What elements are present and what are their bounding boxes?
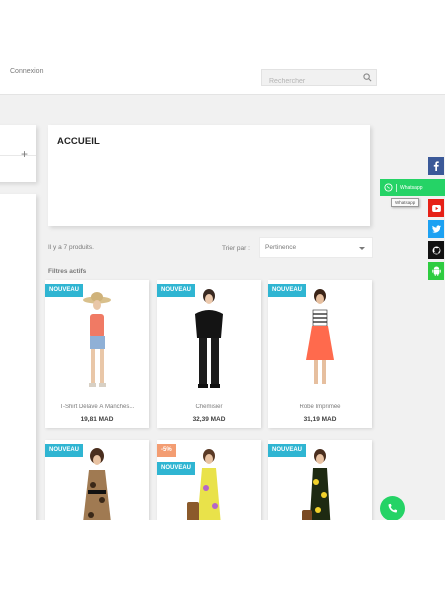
product-card[interactable]: NOUVEAU Chemisier 32,39 MAD [157, 280, 261, 428]
discount-badge: -5% [157, 444, 176, 457]
sort-value: Pertinence [265, 244, 297, 251]
new-badge: NOUVEAU [268, 284, 307, 297]
search-box [261, 69, 377, 89]
whatsapp-label: Whatsapp [400, 184, 423, 191]
call-button[interactable] [380, 496, 405, 520]
product-image[interactable] [268, 280, 372, 394]
category-block: + [0, 125, 36, 182]
sort-select[interactable]: Pertinence [259, 237, 373, 258]
page-title: ACCUEIL [57, 136, 100, 147]
whatsapp-tooltip: Whatsapp [391, 198, 420, 207]
new-badge: NOUVEAU [157, 462, 196, 475]
sign-in-link[interactable]: Connexion [10, 68, 43, 75]
whatsapp-button[interactable]: Whatsapp [380, 179, 445, 196]
product-card[interactable]: NOUVEAU [268, 440, 372, 520]
expand-plus-icon[interactable]: + [21, 147, 28, 161]
new-badge: NOUVEAU [45, 444, 84, 457]
product-name[interactable]: Robe Imprimée [268, 404, 372, 410]
product-image[interactable] [45, 280, 149, 394]
caret-down-icon [359, 247, 365, 250]
youtube-icon[interactable] [428, 199, 444, 217]
product-card[interactable]: NOUVEAU Robe Imprimée 31,19 MAD [268, 280, 372, 428]
github-icon[interactable] [428, 241, 444, 259]
new-badge: NOUVEAU [268, 444, 307, 457]
search-input[interactable] [262, 74, 358, 89]
product-name[interactable]: Chemisier [157, 404, 261, 410]
sort-label: Trier par : [222, 245, 250, 252]
filter-block [0, 194, 36, 520]
active-filters-title: Filtres actifs [48, 268, 87, 275]
product-count: Il y a 7 produits. [48, 244, 94, 251]
whatsapp-icon [384, 183, 393, 192]
product-price: 31,19 MAD [303, 416, 337, 423]
twitter-icon[interactable] [428, 220, 444, 238]
search-icon[interactable] [363, 73, 372, 82]
product-price: 32,39 MAD [192, 416, 226, 423]
new-badge: NOUVEAU [45, 284, 84, 297]
product-image[interactable] [157, 280, 261, 394]
product-name[interactable]: T-Shirt Délavé À Manches... [45, 404, 149, 410]
category-header: ACCUEIL [48, 125, 370, 226]
facebook-icon[interactable] [428, 157, 444, 175]
product-card[interactable]: -5% NOUVEAU [157, 440, 261, 520]
header: Connexion [0, 0, 445, 95]
divider [0, 155, 36, 156]
product-price: 19,81 MAD [80, 416, 114, 423]
page-canvas: Connexion + ACCUEIL Il y a 7 produits. T… [0, 0, 445, 520]
new-badge: NOUVEAU [157, 284, 196, 297]
product-card[interactable]: NOUVEAU T-Shirt Délavé À Manches... 19,8… [45, 280, 149, 428]
android-icon[interactable] [428, 262, 444, 280]
divider [396, 183, 397, 192]
phone-icon [388, 503, 398, 513]
product-card[interactable]: NOUVEAU [45, 440, 149, 520]
